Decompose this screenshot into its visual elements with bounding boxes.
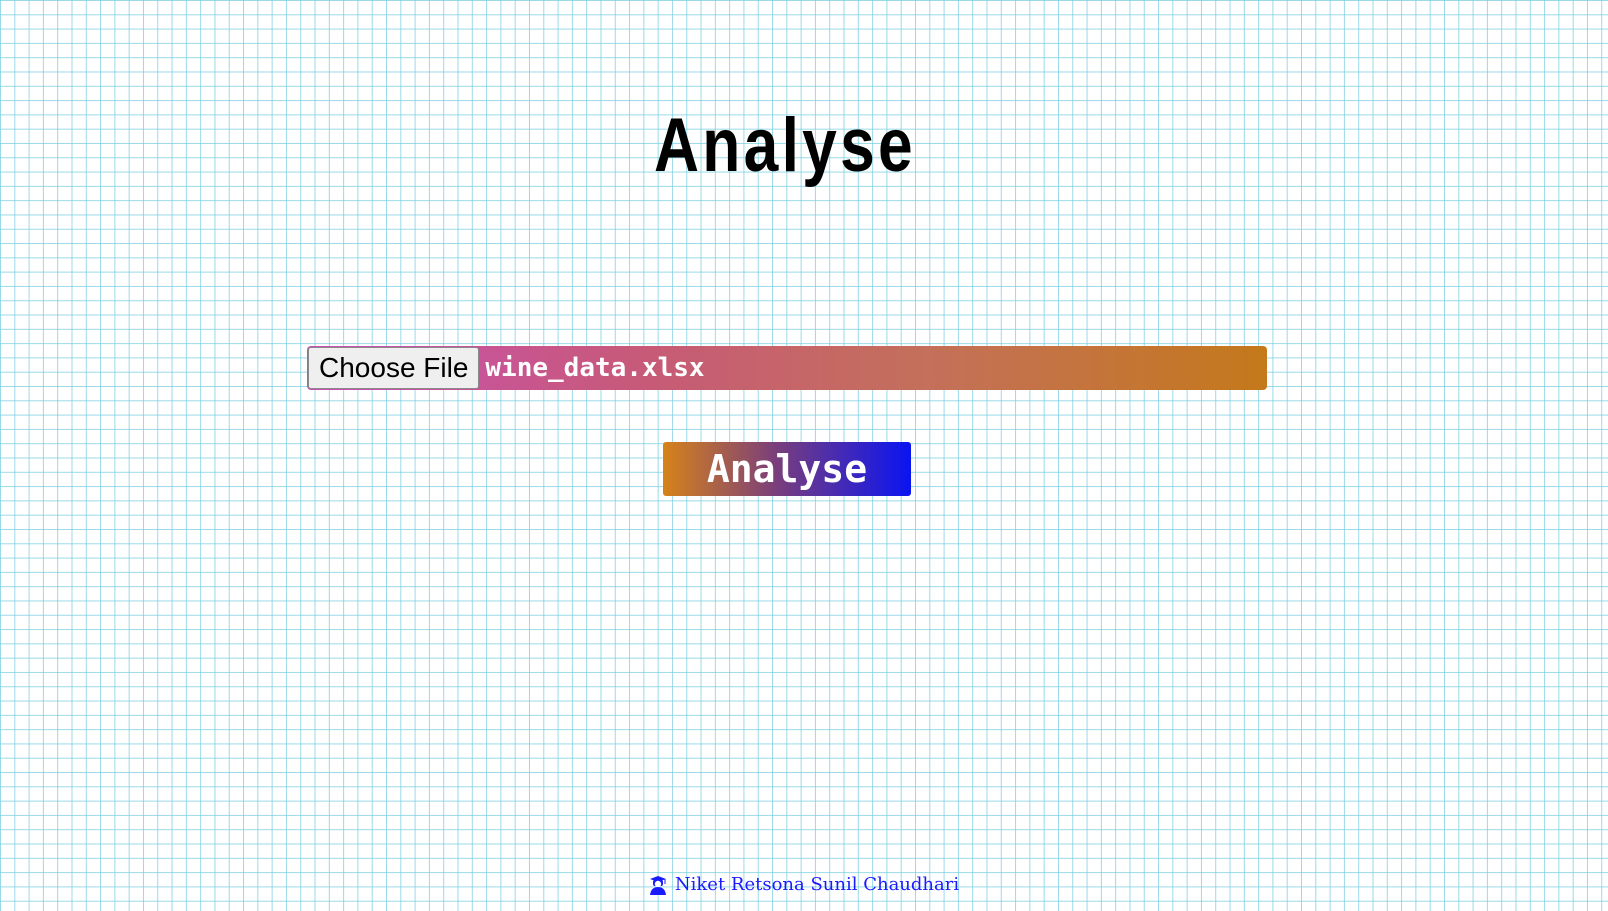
footer: Niket Retsona Sunil Chaudhari (0, 874, 1608, 895)
author-name: Niket Retsona Sunil Chaudhari (674, 874, 960, 895)
file-input[interactable]: Choose File wine_data.xlsx (307, 346, 1267, 390)
page-title: Analyse (654, 103, 916, 188)
graduate-icon (649, 875, 667, 895)
analyse-button[interactable]: Analyse (663, 442, 911, 496)
choose-file-button[interactable]: Choose File (308, 347, 480, 389)
selected-file-name: wine_data.xlsx (485, 353, 705, 383)
